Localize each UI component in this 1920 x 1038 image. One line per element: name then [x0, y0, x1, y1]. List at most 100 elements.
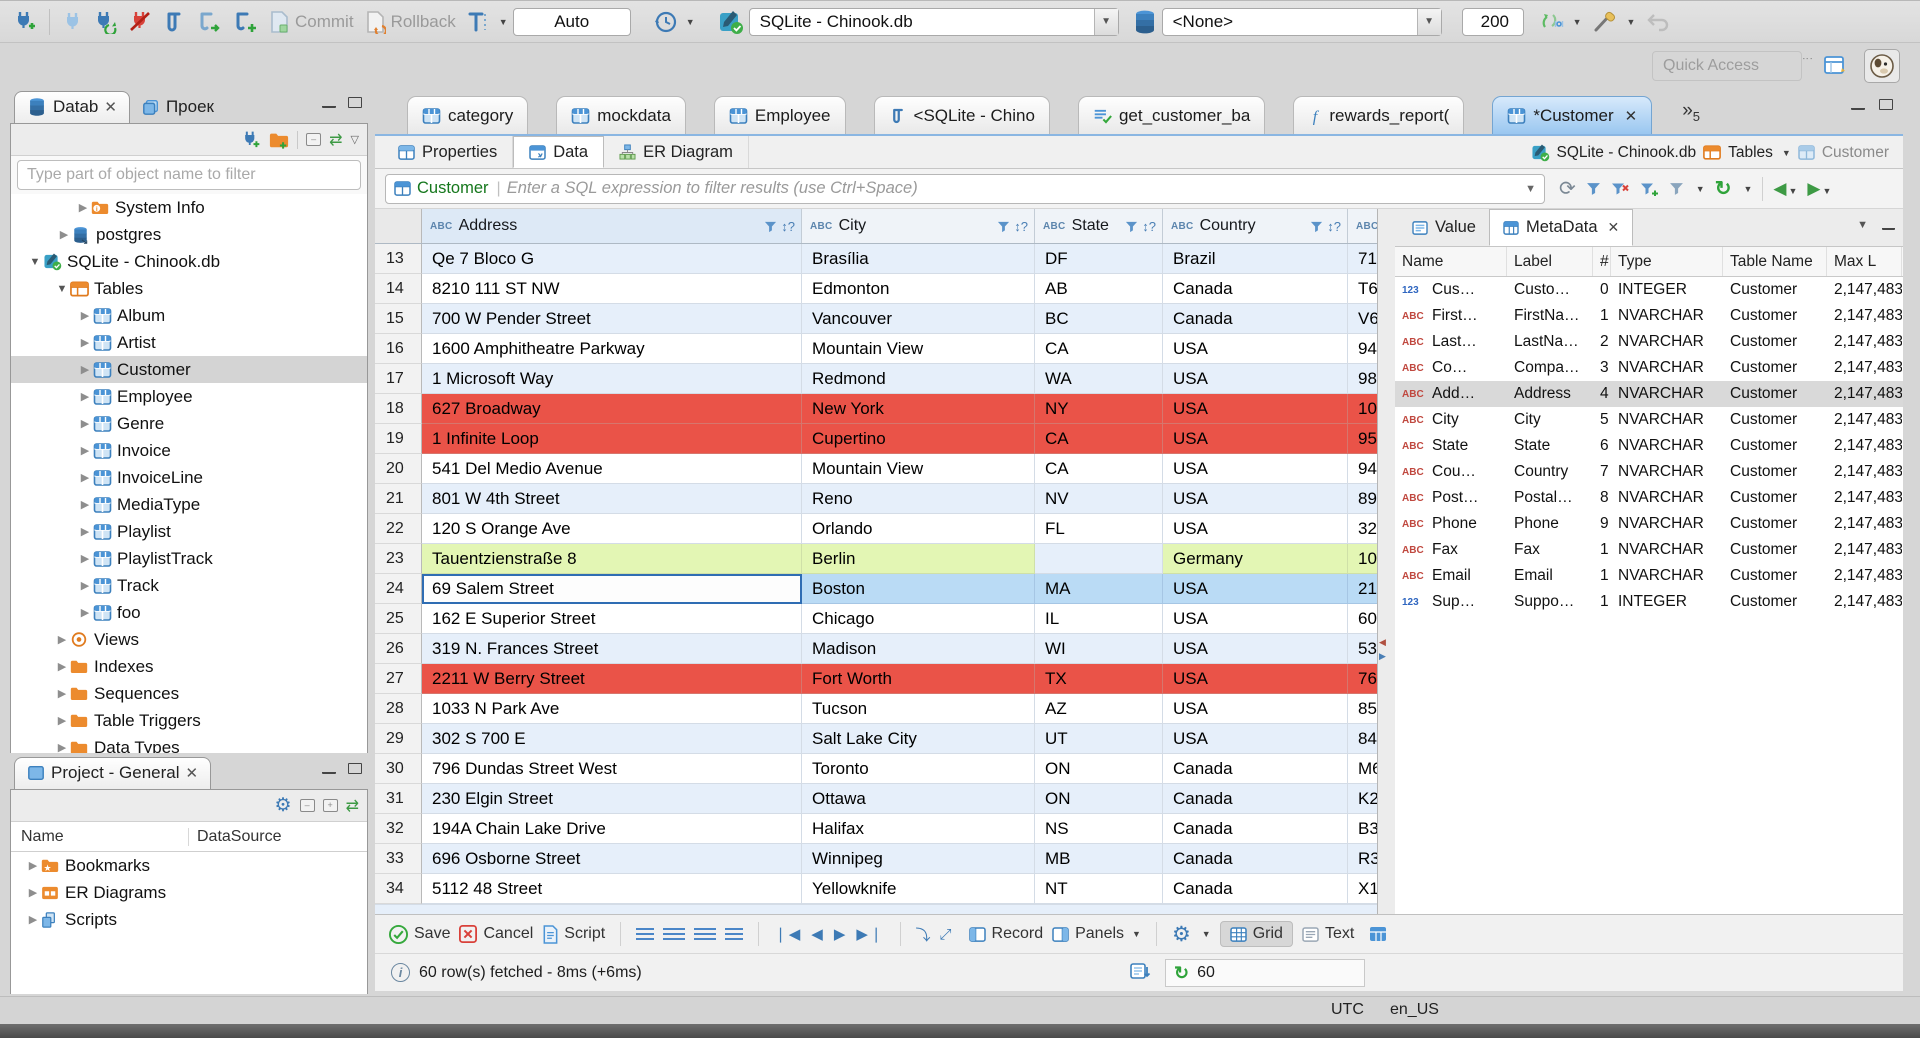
grid-cell-postal[interactable]: 85 [1348, 694, 1377, 724]
filter-remove-icon[interactable] [1611, 181, 1630, 196]
tab-project-general[interactable]: Project - General ✕ [14, 757, 212, 789]
expand-arrow-icon[interactable]: ▶ [77, 444, 93, 457]
close-tab-icon[interactable]: ✕ [186, 764, 199, 782]
grid-cell-state[interactable]: MB [1035, 844, 1163, 874]
metadata-cell-max[interactable]: 2,147,483,6 [1827, 355, 1902, 381]
grid-cell-postal[interactable]: 60 [1348, 604, 1377, 634]
metadata-cell-type[interactable]: NVARCHAR [1611, 381, 1723, 407]
metadata-cell-table[interactable]: Customer [1723, 433, 1827, 459]
schema-combo[interactable]: <None> ▼ [1161, 7, 1442, 36]
grid-cell-state[interactable]: AB [1035, 274, 1163, 304]
metadata-cell-type[interactable]: NVARCHAR [1611, 537, 1723, 563]
row-number[interactable]: 17 [375, 364, 422, 394]
commit-button[interactable]: Commit [268, 10, 354, 34]
metadata-cell-max[interactable]: 2,147,483,6 [1827, 511, 1902, 537]
grid-cell-country[interactable]: USA [1163, 364, 1348, 394]
sync-icon[interactable]: ▼ [1540, 10, 1582, 34]
grid-cell-address[interactable]: 302 S 700 E [422, 724, 802, 754]
grid-cell-state[interactable]: BC [1035, 304, 1163, 334]
expand-arrow-icon[interactable]: ▶ [77, 498, 93, 511]
metadata-row-fax[interactable]: ABCFaxFax1NVARCHARCustomer2,147,483,6 [1395, 537, 1903, 563]
column-sort-icon[interactable]: ↕? [781, 219, 795, 234]
metadata-row-address[interactable]: ABC Add… Address 4 NVARCHAR Customer 2,147,483… [1395, 381, 1903, 407]
expand-all-icon[interactable]: + [322, 799, 338, 812]
tree-item-invoice[interactable]: ▶ Invoice [11, 437, 367, 464]
metadata-cell-type[interactable]: NVARCHAR [1611, 485, 1723, 511]
grid-cell-city[interactable]: Salt Lake City [802, 724, 1035, 754]
grid-cell-state[interactable]: AZ [1035, 694, 1163, 724]
column-sort-icon[interactable]: ↕? [1327, 219, 1341, 234]
tree-item-table-triggers[interactable]: ▶ Table Triggers [11, 707, 367, 734]
grid-cell-state[interactable]: NV [1035, 484, 1163, 514]
perspective-editor-icon[interactable] [1818, 49, 1854, 83]
minimize-editor-icon[interactable] [1851, 107, 1865, 110]
metadata-cell-max[interactable]: 2,147,483,6 [1827, 589, 1902, 615]
previous-row-icon[interactable]: ◀ [811, 925, 825, 943]
expand-arrow-icon[interactable]: ▶ [54, 660, 70, 673]
grid-cell-state[interactable]: CA [1035, 424, 1163, 454]
grid-cell-city[interactable]: Toronto [802, 754, 1035, 784]
sash-collapse-icon[interactable]: ◀ [1379, 637, 1386, 648]
grid-cell-city[interactable]: Berlin [802, 544, 1035, 574]
metadata-cell-num[interactable]: 9 [1593, 511, 1611, 537]
row-number[interactable]: 31 [375, 784, 422, 814]
metadata-cell-label[interactable]: Custo… [1507, 277, 1593, 303]
grid-cell-city[interactable]: Boston [802, 574, 1035, 604]
grid-cell-city[interactable]: Tucson [802, 694, 1035, 724]
grid-cell-postal[interactable]: 76 [1348, 664, 1377, 694]
grid-cell-address[interactable]: 194A Chain Lake Drive [422, 814, 802, 844]
grid-cell-address[interactable]: 1033 N Park Ave [422, 694, 802, 724]
metadata-cell-max[interactable]: 2,147,483,6 [1827, 381, 1902, 407]
collapse-all-icon[interactable]: – [306, 133, 322, 146]
grid-cell-state[interactable]: WI [1035, 634, 1163, 664]
tree-item-playlisttrack[interactable]: ▶ PlaylistTrack [11, 545, 367, 572]
grid-cell-country[interactable]: Canada [1163, 304, 1348, 334]
metadata-cell-name[interactable]: ABC Last… [1395, 329, 1507, 355]
metadata-cell-max[interactable]: 2,147,483,6 [1827, 433, 1902, 459]
dropdown-caret[interactable]: ▼ [1696, 184, 1705, 194]
row-number[interactable]: 23 [375, 544, 422, 574]
close-tab-icon[interactable]: ✕ [104, 98, 117, 116]
grid-cell-country[interactable]: Canada [1163, 754, 1348, 784]
grid-cell-postal[interactable]: 53 [1348, 634, 1377, 664]
metadata-cell-label[interactable]: Email [1507, 563, 1593, 589]
expand-arrow-icon[interactable]: ▶ [77, 579, 93, 592]
row-number[interactable]: 24 [375, 574, 422, 604]
disconnect-icon[interactable] [128, 10, 152, 34]
link-editor-icon[interactable]: ⇄ [329, 130, 342, 150]
tab-metadata[interactable]: MetaData ✕ [1488, 209, 1634, 246]
connection-combo[interactable]: SQLite - Chinook.db ▼ [748, 7, 1119, 36]
grid-cell-country[interactable]: USA [1163, 514, 1348, 544]
grid-cell-postal[interactable]: 89 [1348, 484, 1377, 514]
expand-arrow-icon[interactable]: ▶ [77, 606, 93, 619]
grid-cell-address[interactable]: 801 W 4th Street [422, 484, 802, 514]
metadata-cell-label[interactable]: Phone [1507, 511, 1593, 537]
grid-cell-state[interactable]: FL [1035, 514, 1163, 544]
object-filter-input[interactable] [18, 166, 360, 184]
tree-item-views[interactable]: ▶ Views [11, 626, 367, 653]
metadata-cell-name[interactable]: ABC State [1395, 433, 1507, 459]
row-number[interactable]: 21 [375, 484, 422, 514]
row-number[interactable]: 16 [375, 334, 422, 364]
grid-cell-country[interactable]: Canada [1163, 874, 1348, 904]
grid-cell-city[interactable]: Ottawa [802, 784, 1035, 814]
tree-item-track[interactable]: ▶ Track [11, 572, 367, 599]
settings-gear-icon[interactable]: ⚙ [1172, 922, 1191, 947]
grid-cell-city[interactable]: Redmond [802, 364, 1035, 394]
tree-item-sqlite-chinook-db[interactable]: ▼ SQLite - Chinook.db [11, 248, 367, 275]
object-filter[interactable] [17, 160, 361, 190]
expand-arrow-icon[interactable]: ▶ [77, 471, 93, 484]
tab-value[interactable]: Value [1399, 209, 1489, 246]
duplicate-row-icon[interactable] [694, 927, 717, 941]
tree-item-mediatype[interactable]: ▶ MediaType [11, 491, 367, 518]
grid-cell-country[interactable]: USA [1163, 484, 1348, 514]
grid-cell-country[interactable]: USA [1163, 394, 1348, 424]
grid-cell-country[interactable]: USA [1163, 694, 1348, 724]
settings-gear-icon[interactable]: ⚙ [275, 794, 292, 817]
row-number[interactable]: 20 [375, 454, 422, 484]
breadcrumb-connection[interactable]: SQLite - Chinook.db [1557, 144, 1697, 162]
grid-cell-country[interactable]: USA [1163, 574, 1348, 604]
grid-cell-country[interactable]: USA [1163, 664, 1348, 694]
grid-cell-address[interactable]: Qe 7 Bloco G [422, 244, 802, 274]
metadata-cell-table[interactable]: Customer [1723, 537, 1827, 563]
